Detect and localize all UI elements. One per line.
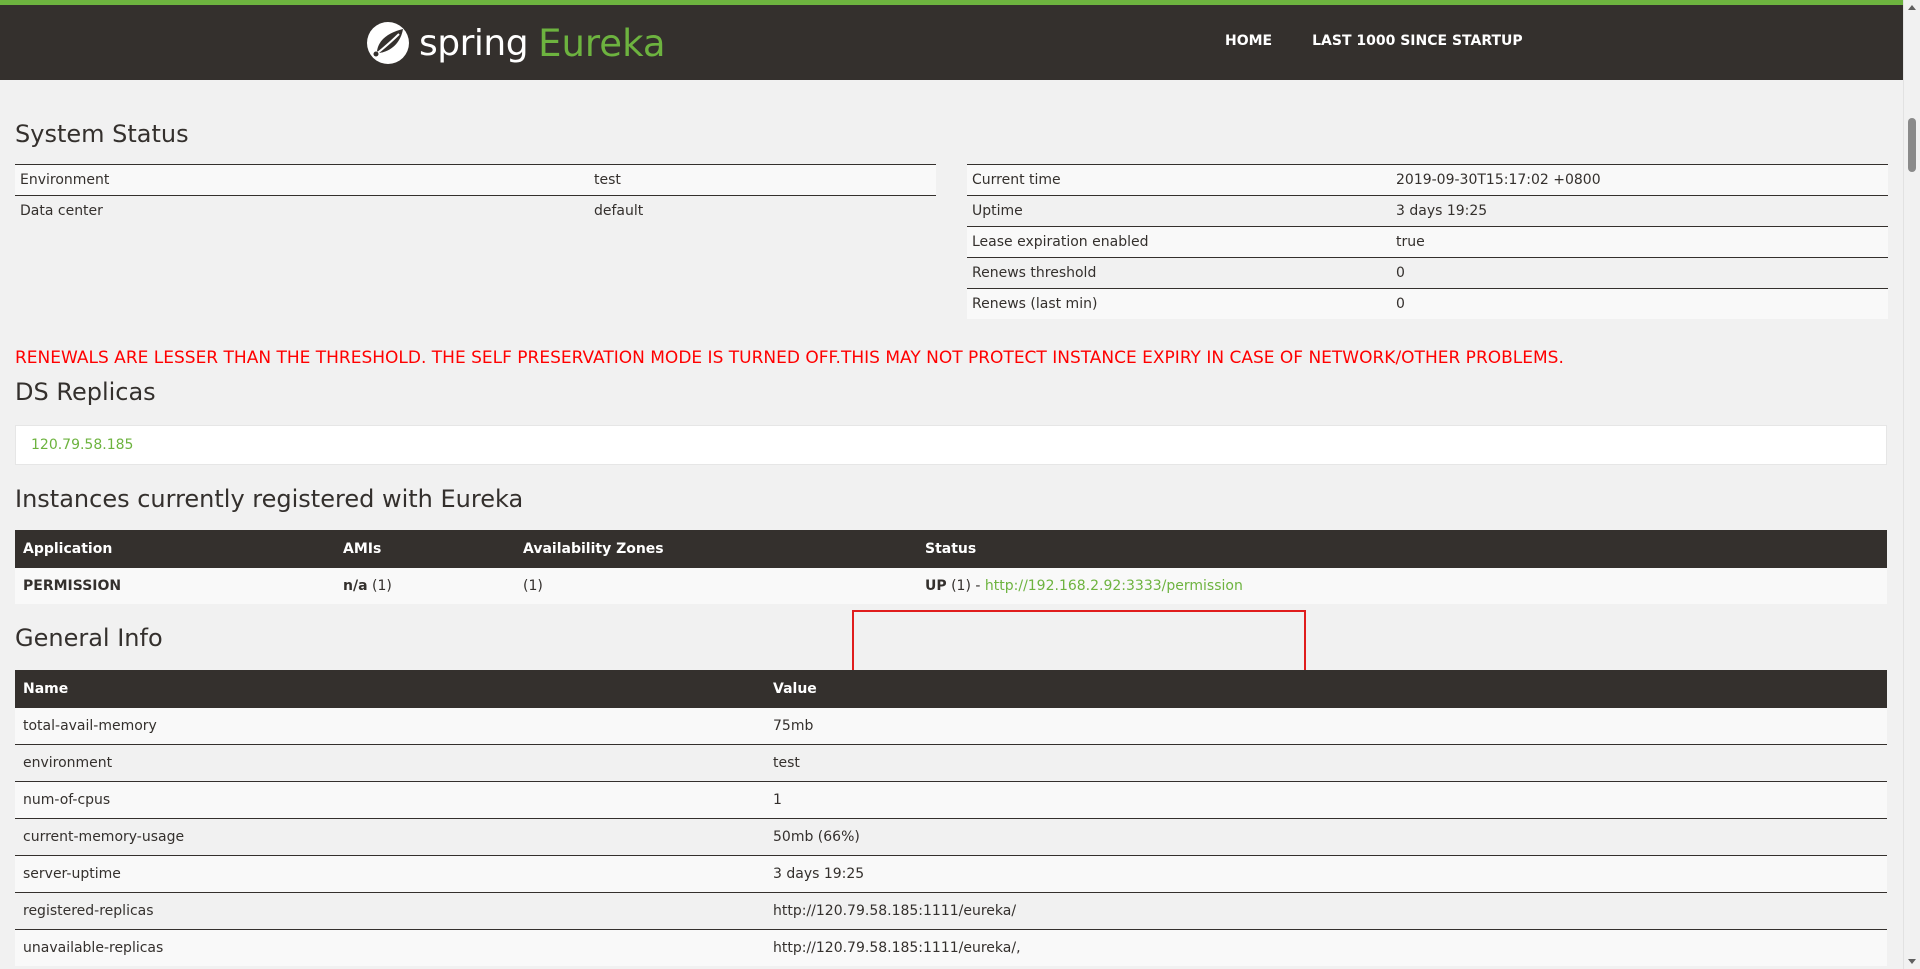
scroll-thumb[interactable]: [1908, 118, 1916, 172]
instances-header-row: Application AMIs Availability Zones Stat…: [15, 530, 1887, 568]
status-value: 0: [1391, 288, 1888, 319]
info-value: 3 days 19:25: [765, 855, 1887, 893]
status-row: Renews (last min) 0: [967, 288, 1888, 319]
status-label: Current time: [967, 164, 1391, 196]
navbar: spring Eureka HOME LAST 1000 SINCE START…: [0, 0, 1903, 80]
instance-status-value: UP: [925, 578, 947, 594]
spring-leaf-icon: [367, 22, 409, 64]
instance-row: PERMISSION n/a (1) (1) UP (1) - http://1…: [15, 567, 1887, 604]
ds-replicas-title: DS Replicas: [15, 378, 156, 406]
table-row: total-avail-memory 75mb: [15, 707, 1887, 745]
column-header-status: Status: [917, 530, 1887, 568]
instance-application: PERMISSION: [15, 567, 335, 604]
table-row: registered-replicas http://120.79.58.185…: [15, 892, 1887, 930]
status-row: Environment test: [15, 164, 936, 196]
status-label: Uptime: [967, 195, 1391, 227]
table-row: current-memory-usage 50mb (66%): [15, 818, 1887, 856]
status-label: Lease expiration enabled: [967, 226, 1391, 258]
vertical-scrollbar[interactable]: [1903, 0, 1920, 969]
nav-links: HOME LAST 1000 SINCE STARTUP: [1225, 33, 1563, 49]
status-value: test: [589, 164, 936, 196]
general-info-title: General Info: [15, 624, 163, 652]
table-row: num-of-cpus 1: [15, 781, 1887, 819]
general-info-header-row: Name Value: [15, 670, 1887, 708]
info-value: http://120.79.58.185:1111/eureka/: [765, 892, 1887, 930]
brand-eureka-text: Eureka: [538, 21, 666, 65]
info-value: test: [765, 744, 1887, 782]
status-value: 3 days 19:25: [1391, 195, 1888, 227]
column-header-amis: AMIs: [335, 530, 515, 568]
info-value: 1: [765, 781, 1887, 819]
instances-table: Application AMIs Availability Zones Stat…: [15, 530, 1887, 604]
status-row: Uptime 3 days 19:25: [967, 195, 1888, 227]
brand-logo-link[interactable]: spring Eureka: [365, 18, 666, 68]
instance-ami-value: n/a: [343, 578, 368, 594]
instance-status: UP (1) - http://192.168.2.92:3333/permis…: [917, 567, 1887, 604]
ds-replicas-list: 120.79.58.185: [15, 425, 1887, 465]
nav-last-1000-link[interactable]: LAST 1000 SINCE STARTUP: [1312, 33, 1523, 49]
status-row: Renews threshold 0: [967, 257, 1888, 289]
table-row: server-uptime 3 days 19:25: [15, 855, 1887, 893]
status-label: Environment: [15, 164, 589, 196]
info-name: server-uptime: [15, 855, 765, 893]
instance-status-link[interactable]: http://192.168.2.92:3333/permission: [985, 578, 1243, 594]
general-info-table: Name Value total-avail-memory 75mb envir…: [15, 670, 1887, 966]
status-value: true: [1391, 226, 1888, 258]
instance-status-count: (1) -: [951, 578, 981, 594]
status-label: Renews threshold: [967, 257, 1391, 289]
status-row: Current time 2019-09-30T15:17:02 +0800: [967, 164, 1888, 196]
column-header-application: Application: [15, 530, 335, 568]
status-value: default: [589, 195, 936, 226]
status-value: 2019-09-30T15:17:02 +0800: [1391, 164, 1888, 196]
brand-spring-text: spring: [419, 22, 529, 64]
column-header-value: Value: [765, 670, 1887, 708]
table-row: unavailable-replicas http://120.79.58.18…: [15, 929, 1887, 966]
status-label: Renews (last min): [967, 288, 1391, 319]
scroll-down-arrow-icon[interactable]: [1908, 959, 1916, 964]
status-value: 0: [1391, 257, 1888, 289]
replica-link[interactable]: 120.79.58.185: [31, 437, 133, 453]
column-header-name: Name: [15, 670, 765, 708]
instance-ami-count: (1): [371, 578, 392, 594]
info-name: num-of-cpus: [15, 781, 765, 819]
system-status-right-table: Current time 2019-09-30T15:17:02 +0800 U…: [967, 164, 1888, 319]
info-name: environment: [15, 744, 765, 782]
column-header-availability-zones: Availability Zones: [515, 530, 917, 568]
info-value: http://120.79.58.185:1111/eureka/,: [765, 929, 1887, 966]
info-value: 75mb: [765, 707, 1887, 745]
info-name: current-memory-usage: [15, 818, 765, 856]
system-status-left-table: Environment test Data center default: [15, 164, 936, 226]
info-name: total-avail-memory: [15, 707, 765, 745]
info-name: registered-replicas: [15, 892, 765, 930]
info-name: unavailable-replicas: [15, 929, 765, 966]
nav-home-link[interactable]: HOME: [1225, 33, 1272, 49]
table-row: environment test: [15, 744, 1887, 782]
status-row: Data center default: [15, 195, 936, 226]
instance-zones: (1): [515, 567, 917, 604]
status-label: Data center: [15, 195, 589, 226]
system-status-title: System Status: [15, 120, 189, 148]
info-value: 50mb (66%): [765, 818, 1887, 856]
instances-title: Instances currently registered with Eure…: [15, 485, 524, 513]
status-row: Lease expiration enabled true: [967, 226, 1888, 258]
scroll-up-arrow-icon[interactable]: [1908, 5, 1916, 10]
instance-amis: n/a (1): [335, 567, 515, 604]
self-preservation-alert: RENEWALS ARE LESSER THAN THE THRESHOLD. …: [15, 348, 1564, 368]
